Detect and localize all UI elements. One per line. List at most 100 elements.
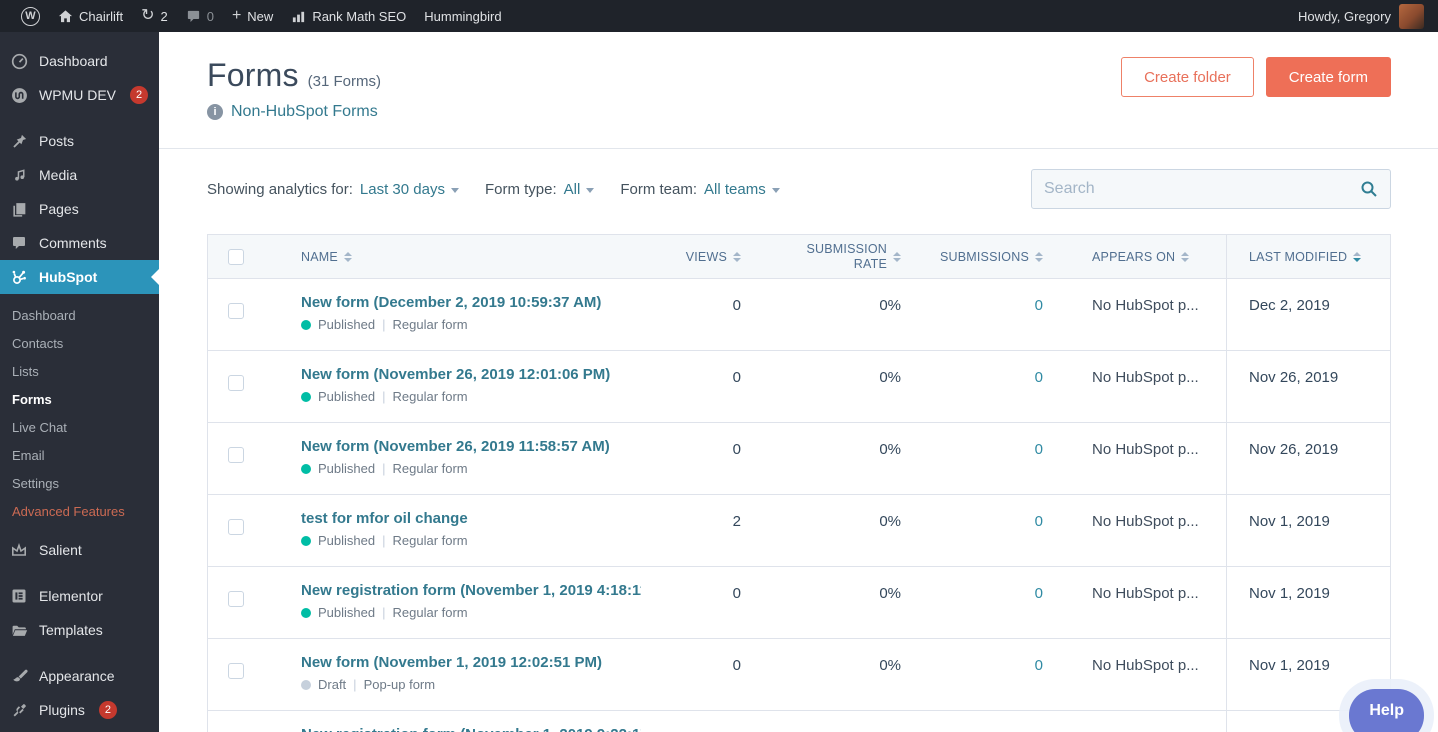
column-header-name[interactable]: NAME [284,235,651,278]
select-all-checkbox[interactable] [228,248,244,265]
column-header-appears-on[interactable]: APPEARS ON [1043,235,1226,278]
updates-icon: ↻ [141,7,155,24]
wpmu-dev-icon [9,87,29,104]
form-type-filter-label: Form type: [484,180,557,198]
page-title: Forms [207,57,299,93]
rank-math-menu[interactable]: Rank Math SEO [282,0,415,32]
create-folder-button[interactable]: Create folder [1121,57,1254,97]
pages-icon [9,201,29,218]
hummingbird-label: Hummingbird [424,8,502,24]
column-header-last-modified[interactable]: LAST MODIFIED [1226,235,1392,278]
submenu-item-lists[interactable]: Lists [0,357,159,385]
submission-rate-value: 0% [879,441,901,458]
updates-count: 2 [160,8,168,24]
form-type-label: Regular form [392,317,468,332]
submissions-link[interactable]: 0 [1035,585,1043,602]
column-header-submission-rate[interactable]: SUBMISSION RATE [741,235,901,278]
appears-on-value: No HubSpot p... [1092,297,1199,314]
appears-on-value: No HubSpot p... [1092,657,1199,674]
sidebar-item-elementor[interactable]: Elementor [0,579,159,613]
wpmu-dev-badge: 2 [130,86,148,104]
column-header-views[interactable]: VIEWS [651,235,741,278]
form-name-link[interactable]: New form (November 1, 2019 12:02:51 PM) [301,654,641,671]
sidebar-item-media[interactable]: Media [0,158,159,192]
non-hubspot-forms-link[interactable]: Non-HubSpot Forms [231,103,378,121]
table-row: New form (December 2, 2019 10:59:37 AM) … [208,279,1390,351]
submenu-item-email[interactable]: Email [0,441,159,469]
rank-math-icon [293,11,305,22]
hubspot-submenu: Dashboard Contacts Lists Forms Live Chat… [0,294,159,533]
submission-rate-value: 0% [879,369,901,386]
submissions-link[interactable]: 0 [1035,657,1043,674]
sidebar-item-appearance[interactable]: Appearance [0,659,159,693]
status-dot [301,391,311,402]
chevron-down-icon [586,187,595,193]
submenu-item-settings[interactable]: Settings [0,469,159,497]
form-name-link[interactable]: New form (December 2, 2019 10:59:37 AM) [301,294,641,311]
updates-menu[interactable]: ↻ 2 [132,0,177,32]
site-name-menu[interactable]: Chairlift [49,0,132,32]
submissions-link[interactable]: 0 [1035,369,1043,386]
form-type-dropdown[interactable]: All [564,181,595,198]
chevron-down-icon [450,187,459,193]
search-input[interactable] [1044,180,1360,198]
row-checkbox[interactable] [228,663,244,679]
submenu-item-advanced-features[interactable]: Advanced Features [0,497,159,525]
sidebar-item-dashboard[interactable]: Dashboard [0,44,159,78]
sidebar-item-posts[interactable]: Posts [0,124,159,158]
create-form-button[interactable]: Create form [1265,57,1391,97]
sidebar-item-wpmu-dev[interactable]: WPMU DEV 2 [0,78,159,112]
sidebar-item-plugins[interactable]: Plugins 2 [0,693,159,727]
row-checkbox[interactable] [228,375,244,391]
submenu-item-forms[interactable]: Forms [0,385,159,413]
table-row: New registration form (November 1, 2019 … [208,711,1390,732]
form-name-link[interactable]: New form (November 26, 2019 11:58:57 AM) [301,438,641,455]
my-account-menu[interactable]: Howdy, Gregory [1298,3,1426,29]
sidebar-item-salient[interactable]: Salient [0,533,159,567]
form-team-filter-label: Form team: [620,180,698,198]
form-type-label: Regular form [392,461,468,476]
help-button[interactable]: Help [1349,689,1424,732]
comment-icon [187,10,199,22]
submenu-item-dashboard[interactable]: Dashboard [0,301,159,329]
submission-rate-value: 0% [879,657,901,674]
form-team-dropdown[interactable]: All teams [704,181,780,198]
sidebar-item-pages[interactable]: Pages [0,192,159,226]
form-name-link[interactable]: New registration form (November 1, 2019 … [301,726,641,732]
submenu-item-contacts[interactable]: Contacts [0,329,159,357]
form-type-label: Regular form [392,533,468,548]
analytics-range-dropdown[interactable]: Last 30 days [360,181,459,198]
comments-menu[interactable]: 0 [177,0,223,32]
row-checkbox[interactable] [228,303,244,319]
comments-count: 0 [206,8,214,24]
table-row: New form (November 26, 2019 11:58:57 AM)… [208,423,1390,495]
user-avatar [1399,3,1424,29]
search-icon[interactable] [1360,180,1378,198]
wp-admin-bar: W Chairlift ↻ 2 0 + New Rank Math SEO Hu… [0,0,1438,32]
appears-on-value: No HubSpot p... [1092,513,1199,530]
paintbrush-icon [9,668,29,685]
wp-logo-menu[interactable]: W [12,0,49,32]
row-checkbox[interactable] [228,519,244,535]
form-name-link[interactable]: New form (November 26, 2019 12:01:06 PM) [301,366,641,383]
appears-on-value: No HubSpot p... [1092,441,1199,458]
sidebar-item-hubspot[interactable]: HubSpot [0,260,159,294]
submissions-link[interactable]: 0 [1035,297,1043,314]
search-box [1031,169,1391,209]
submissions-link[interactable]: 0 [1035,513,1043,530]
status-label: Published [318,461,376,476]
submissions-link[interactable]: 0 [1035,441,1043,458]
column-header-submissions[interactable]: SUBMISSIONS [901,235,1043,278]
form-name-link[interactable]: New registration form (November 1, 2019 … [301,582,641,599]
row-checkbox[interactable] [228,447,244,463]
row-checkbox[interactable] [228,591,244,607]
sort-desc-icon [1353,251,1362,262]
sidebar-item-comments[interactable]: Comments [0,226,159,260]
hubspot-sprocket-icon [9,268,29,286]
sidebar-item-templates[interactable]: Templates [0,613,159,647]
hummingbird-menu[interactable]: Hummingbird [415,0,510,32]
form-name-link[interactable]: test for mfor oil change [301,510,641,527]
submenu-item-live-chat[interactable]: Live Chat [0,413,159,441]
new-content-menu[interactable]: + New [223,0,282,32]
sort-icon [343,251,352,262]
